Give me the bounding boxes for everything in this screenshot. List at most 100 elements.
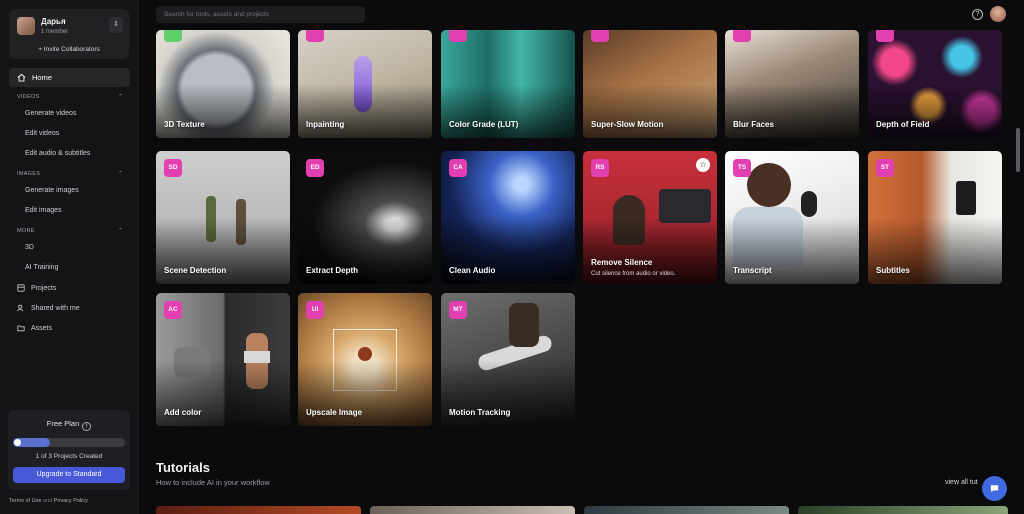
plan-project-count: 1 of 3 Projects Created bbox=[35, 453, 103, 460]
tool-card-motion-tracking[interactable]: MT Motion Tracking bbox=[441, 293, 575, 426]
plan-progress-fill bbox=[13, 438, 50, 447]
scrollbar-thumb[interactable] bbox=[1016, 128, 1020, 172]
tool-title: Scene Detection bbox=[164, 266, 227, 275]
chevron-updown-icon[interactable]: ⇕ bbox=[109, 17, 123, 33]
tutorial-thumbnail[interactable] bbox=[156, 506, 361, 514]
sidebar-item-assets[interactable]: Assets bbox=[9, 318, 130, 338]
tool-badge: SD bbox=[164, 159, 182, 177]
tool-title: Extract Depth bbox=[306, 266, 359, 275]
chat-icon bbox=[990, 485, 999, 493]
info-icon[interactable]: i bbox=[82, 422, 92, 431]
tool-card-blur-faces[interactable]: Blur Faces bbox=[725, 30, 859, 138]
tool-badge bbox=[876, 30, 894, 42]
tool-badge bbox=[591, 30, 609, 42]
tutorials-subtitle: How to include AI in your workflow bbox=[156, 478, 270, 487]
folder-icon bbox=[17, 325, 25, 332]
tool-title: Inpainting bbox=[306, 120, 345, 129]
chevron-up-icon: ⌃ bbox=[118, 228, 123, 234]
tool-badge bbox=[164, 30, 182, 42]
tool-title: Motion Tracking bbox=[449, 408, 511, 417]
tool-badge: AC bbox=[164, 301, 182, 319]
tool-card-3d-texture[interactable]: 3D Texture bbox=[156, 30, 290, 138]
tool-badge: TS bbox=[733, 159, 751, 177]
sidebar-item-home[interactable]: Home bbox=[9, 68, 130, 87]
tool-title: Transcript bbox=[733, 266, 772, 275]
tool-card-scene-detection[interactable]: SD Scene Detection bbox=[156, 151, 290, 284]
tutorial-thumbnail[interactable] bbox=[584, 506, 789, 514]
tool-badge: ED bbox=[306, 159, 324, 177]
tool-badge: MT bbox=[449, 301, 467, 319]
tool-card-transcript[interactable]: TS Transcript bbox=[725, 151, 859, 284]
sidebar-item-generate-videos[interactable]: Generate videos bbox=[9, 104, 130, 124]
view-all-tutorials-link[interactable]: view all tut bbox=[945, 479, 978, 486]
workspace-members: 1 member bbox=[41, 29, 69, 35]
sidebar-item-edit-audio[interactable]: Edit audio & subtitles bbox=[9, 144, 130, 164]
plan-title: Free Plan i bbox=[8, 419, 130, 431]
upgrade-button[interactable]: Upgrade to Standard bbox=[13, 467, 125, 483]
tool-title: Remove Silence bbox=[591, 258, 653, 267]
tool-card-subtitles[interactable]: ST Subtitles bbox=[868, 151, 1002, 284]
tool-title: Clean Audio bbox=[449, 266, 496, 275]
terms-link[interactable]: Terms of Use bbox=[9, 498, 41, 504]
sidebar-item-projects[interactable]: Projects bbox=[9, 278, 130, 298]
chevron-up-icon: ⌃ bbox=[118, 171, 123, 177]
tool-title: Blur Faces bbox=[733, 120, 774, 129]
tool-title: Depth of Field bbox=[876, 120, 930, 129]
tutorial-thumbnail[interactable] bbox=[370, 506, 575, 514]
section-images[interactable]: IMAGES ⌃ bbox=[9, 167, 130, 181]
tool-badge: UI bbox=[306, 301, 324, 319]
tool-card-remove-silence[interactable]: RS ☆ Remove Silence Cut silence from aud… bbox=[583, 151, 717, 284]
sidebar-item-shared[interactable]: Shared with me bbox=[9, 298, 130, 318]
star-icon[interactable]: ☆ bbox=[696, 158, 710, 172]
tool-card-color-grade[interactable]: Color Grade (LUT) bbox=[441, 30, 575, 138]
tutorials-heading: Tutorials bbox=[156, 460, 210, 475]
sidebar-item-ai-training[interactable]: AI Training bbox=[9, 258, 130, 278]
avatar[interactable] bbox=[990, 6, 1006, 22]
section-videos[interactable]: VIDEOS ⌃ bbox=[9, 90, 130, 104]
projects-icon bbox=[17, 284, 25, 292]
help-icon[interactable]: ? bbox=[972, 9, 983, 20]
workspace-avatar bbox=[17, 17, 35, 35]
tool-description: Cut silence from audio or video. bbox=[591, 271, 676, 277]
plan-card: Free Plan i 1 of 3 Projects Created Upgra… bbox=[8, 410, 130, 490]
tool-card-add-color[interactable]: AC Add color bbox=[156, 293, 290, 426]
tool-badge: CA bbox=[449, 159, 467, 177]
tool-badge: ST bbox=[876, 159, 894, 177]
chevron-up-icon: ⌃ bbox=[118, 94, 123, 100]
tool-badge bbox=[306, 30, 324, 42]
tool-card-depth-of-field[interactable]: Depth of Field bbox=[868, 30, 1002, 138]
section-more[interactable]: MORE ⌃ bbox=[9, 224, 130, 238]
sidebar-item-edit-videos[interactable]: Edit videos bbox=[9, 124, 130, 144]
tool-card-upscale-image[interactable]: UI Upscale Image bbox=[298, 293, 432, 426]
scrollbar[interactable] bbox=[1016, 30, 1020, 514]
chat-button[interactable] bbox=[982, 476, 1007, 501]
tool-title: Super-Slow Motion bbox=[591, 120, 664, 129]
tool-badge bbox=[449, 30, 467, 42]
tool-card-inpainting[interactable]: Inpainting bbox=[298, 30, 432, 138]
tool-card-clean-audio[interactable]: CA Clean Audio bbox=[441, 151, 575, 284]
sidebar-item-3d[interactable]: 3D bbox=[9, 238, 130, 258]
invite-collaborators-button[interactable]: + Invite Collaborators bbox=[9, 46, 129, 53]
tool-card-super-slow-motion[interactable]: Super-Slow Motion bbox=[583, 30, 717, 138]
privacy-link[interactable]: Privacy Policy bbox=[54, 498, 88, 504]
sidebar-item-edit-images[interactable]: Edit images bbox=[9, 201, 130, 221]
users-icon bbox=[17, 304, 24, 312]
tool-badge: RS bbox=[591, 159, 609, 177]
tool-card-extract-depth[interactable]: ED Extract Depth bbox=[298, 151, 432, 284]
footer-links: Terms of Use and Privacy Policy bbox=[9, 498, 88, 504]
tool-title: Color Grade (LUT) bbox=[449, 120, 519, 129]
sidebar: Дарья 1 member ⇕ + Invite Collaborators … bbox=[0, 0, 139, 514]
tool-title: 3D Texture bbox=[164, 120, 205, 129]
sidebar-item-generate-images[interactable]: Generate images bbox=[9, 181, 130, 201]
tutorial-thumbnail[interactable] bbox=[798, 506, 1008, 514]
search-input[interactable]: Search for tools, assets and projects bbox=[156, 6, 365, 23]
plan-progress-bar bbox=[13, 438, 125, 447]
tool-badge bbox=[733, 30, 751, 42]
sidebar-nav: Home VIDEOS ⌃ Generate videos Edit video… bbox=[9, 68, 130, 338]
sidebar-item-label: Home bbox=[32, 73, 53, 82]
workspace-switcher[interactable]: Дарья 1 member ⇕ + Invite Collaborators bbox=[9, 9, 129, 59]
tool-title: Subtitles bbox=[876, 266, 910, 275]
tool-title: Upscale Image bbox=[306, 408, 363, 417]
workspace-name: Дарья bbox=[41, 17, 66, 26]
home-icon bbox=[17, 73, 26, 82]
